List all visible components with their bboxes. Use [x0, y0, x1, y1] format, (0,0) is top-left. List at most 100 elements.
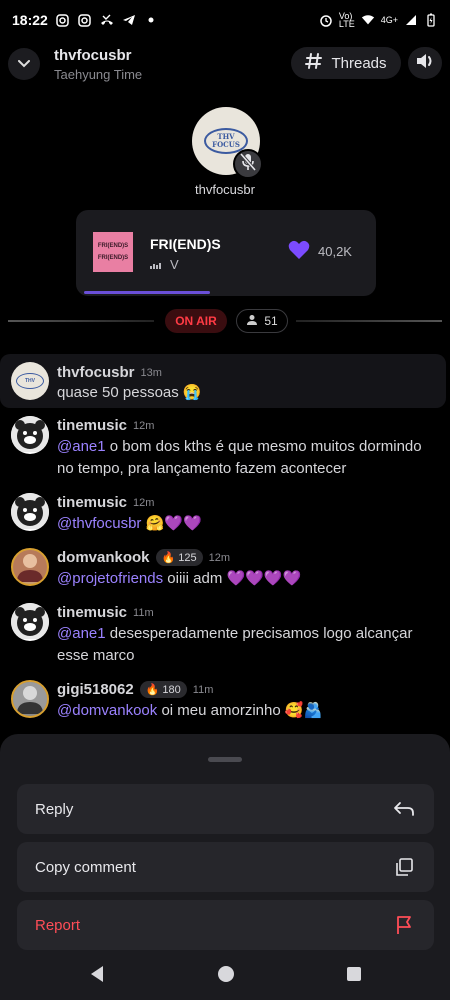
song-artist-row: V — [150, 257, 179, 272]
room-header: thvfocusbr Taehyung Time Threads — [0, 44, 450, 84]
comment-time: 12m — [208, 551, 230, 564]
album-cover-text-top: FRI(END)S — [97, 243, 129, 249]
mic-muted-badge — [233, 149, 263, 179]
comment-header: domvankook 🔥 125 12m — [57, 549, 230, 566]
copy-icon — [392, 855, 416, 879]
chevron-down-icon — [18, 55, 30, 73]
room-title: thvfocusbr — [54, 46, 132, 64]
wifi-icon — [361, 13, 375, 27]
back-nav-button[interactable] — [87, 965, 107, 988]
room-title-block: thvfocusbr Taehyung Time — [54, 47, 142, 82]
sheet-drag-handle[interactable] — [208, 757, 242, 762]
alarm-icon — [319, 13, 333, 27]
collapse-button[interactable] — [8, 48, 40, 80]
thv-logo-icon: THV — [16, 373, 44, 389]
comment-text: @ane1 o bom dos kths é que mesmo muitos … — [57, 436, 437, 480]
comment-header: tinemusic 12m — [57, 494, 154, 511]
comment-text: @thvfocusbr 🤗💜💜 — [57, 513, 437, 535]
host-name: thvfocusbr — [195, 182, 255, 197]
comment-mention[interactable]: @domvankook — [57, 702, 157, 719]
divider-left — [8, 320, 154, 322]
speaker-icon — [415, 52, 435, 75]
comment-time: 13m — [140, 366, 162, 379]
comment-item[interactable]: domvankook 🔥 125 12m @projetofriends oiii… — [0, 546, 450, 590]
copy-comment-label: Copy comment — [35, 858, 136, 876]
comment-username[interactable]: thvfocusbr — [57, 364, 135, 381]
comment-username[interactable]: gigi518062 — [57, 681, 134, 698]
back-triangle-icon — [89, 965, 105, 988]
fire-badge-count: 180 — [162, 683, 181, 696]
status-bar: 18:22 Vo) LTE 4G+ — [0, 0, 450, 40]
fire-badge: 🔥 180 — [139, 681, 187, 698]
missed-call-icon — [100, 13, 114, 27]
album-cover-text-bottom: FRI(END)S — [97, 255, 129, 261]
comment-header: tinemusic 11m — [57, 604, 154, 621]
listener-count: 51 — [264, 314, 278, 328]
home-nav-button[interactable] — [216, 965, 236, 986]
comment-mention[interactable]: @ane1 — [57, 625, 106, 642]
reply-arrow-icon — [392, 797, 416, 821]
comment-message: desesperadamente precisamos logo alcança… — [57, 625, 413, 664]
avatar — [11, 548, 49, 586]
song-title: FRI(END)S — [150, 236, 221, 252]
avatar — [11, 680, 49, 718]
avatar — [11, 416, 49, 454]
bear-avatar-icon — [11, 603, 49, 641]
comment-time: 12m — [133, 419, 155, 432]
comment-message: oi meu amorzinho 🥰🫂 — [157, 702, 323, 719]
volume-button[interactable] — [408, 47, 442, 79]
avatar — [11, 493, 49, 531]
comment-mention[interactable]: @thvfocusbr — [57, 515, 141, 532]
equalizer-icon — [150, 257, 162, 272]
host-logo-line2: FOCUS — [212, 140, 240, 149]
copy-comment-button[interactable]: Copy comment — [17, 842, 434, 892]
avatar: THV — [11, 362, 49, 400]
listener-count-button[interactable]: 51 — [236, 309, 288, 333]
status-time: 18:22 — [12, 12, 48, 28]
signal-label: 4G+ — [380, 15, 398, 25]
like-button[interactable]: 40,2K — [288, 240, 352, 263]
host-avatar[interactable]: THV FOCUS — [192, 107, 263, 179]
recents-square-icon — [346, 966, 362, 987]
signal-icon — [404, 13, 418, 27]
threads-button[interactable]: Threads — [291, 47, 401, 79]
reply-label: Reply — [35, 800, 74, 818]
comment-time: 11m — [133, 606, 154, 619]
volte-label: Vo) LTE — [339, 12, 355, 29]
user-avatar-icon — [13, 550, 47, 584]
comment-item[interactable]: THV thvfocusbr 13m quase 50 pessoas 😭 — [0, 354, 446, 408]
dot-icon — [144, 13, 158, 27]
comment-message: oiiii adm 💜💜💜💜 — [163, 570, 302, 587]
comment-username[interactable]: tinemusic — [57, 417, 127, 434]
album-cover: FRI(END)S FRI(END)S — [93, 232, 133, 272]
comment-item[interactable]: gigi518062 🔥 180 11m @domvankook oi meu a… — [0, 678, 450, 722]
comment-item[interactable]: tinemusic 12m @thvfocusbr 🤗💜💜 — [0, 491, 450, 535]
battery-icon — [424, 13, 438, 27]
comment-text: @ane1 desesperadamente precisamos logo a… — [57, 623, 437, 667]
comment-item[interactable]: tinemusic 12m @ane1 o bom dos kths é que… — [0, 414, 450, 480]
mic-off-icon — [239, 152, 257, 176]
comment-username[interactable]: tinemusic — [57, 604, 127, 621]
comment-username[interactable]: tinemusic — [57, 494, 127, 511]
like-count: 40,2K — [318, 244, 352, 259]
recents-nav-button[interactable] — [344, 966, 364, 986]
comment-username[interactable]: domvankook — [57, 549, 150, 566]
on-air-badge: ON AIR — [165, 309, 227, 333]
song-artist: V — [170, 257, 179, 272]
now-playing-card[interactable]: FRI(END)S FRI(END)S FRI(END)S V 40,2K — [76, 210, 376, 296]
room-subtitle: Taehyung Time — [54, 66, 143, 82]
comment-message: 🤗💜💜 — [141, 515, 202, 532]
report-button[interactable]: Report — [17, 900, 434, 950]
flag-icon — [392, 913, 416, 937]
reply-button[interactable]: Reply — [17, 784, 434, 834]
report-label: Report — [35, 916, 81, 934]
instagram-icon — [56, 13, 70, 27]
fire-badge: 🔥 125 — [155, 549, 203, 566]
comment-mention[interactable]: @ane1 — [57, 438, 106, 455]
comment-mention[interactable]: @projetofriends — [57, 570, 163, 587]
comment-header: gigi518062 🔥 180 11m — [57, 681, 213, 698]
comment-item[interactable]: tinemusic 11m @ane1 desesperadamente pre… — [0, 601, 450, 667]
telegram-icon — [122, 13, 136, 27]
heart-icon — [288, 240, 310, 263]
comment-header: thvfocusbr 13m — [57, 364, 162, 381]
